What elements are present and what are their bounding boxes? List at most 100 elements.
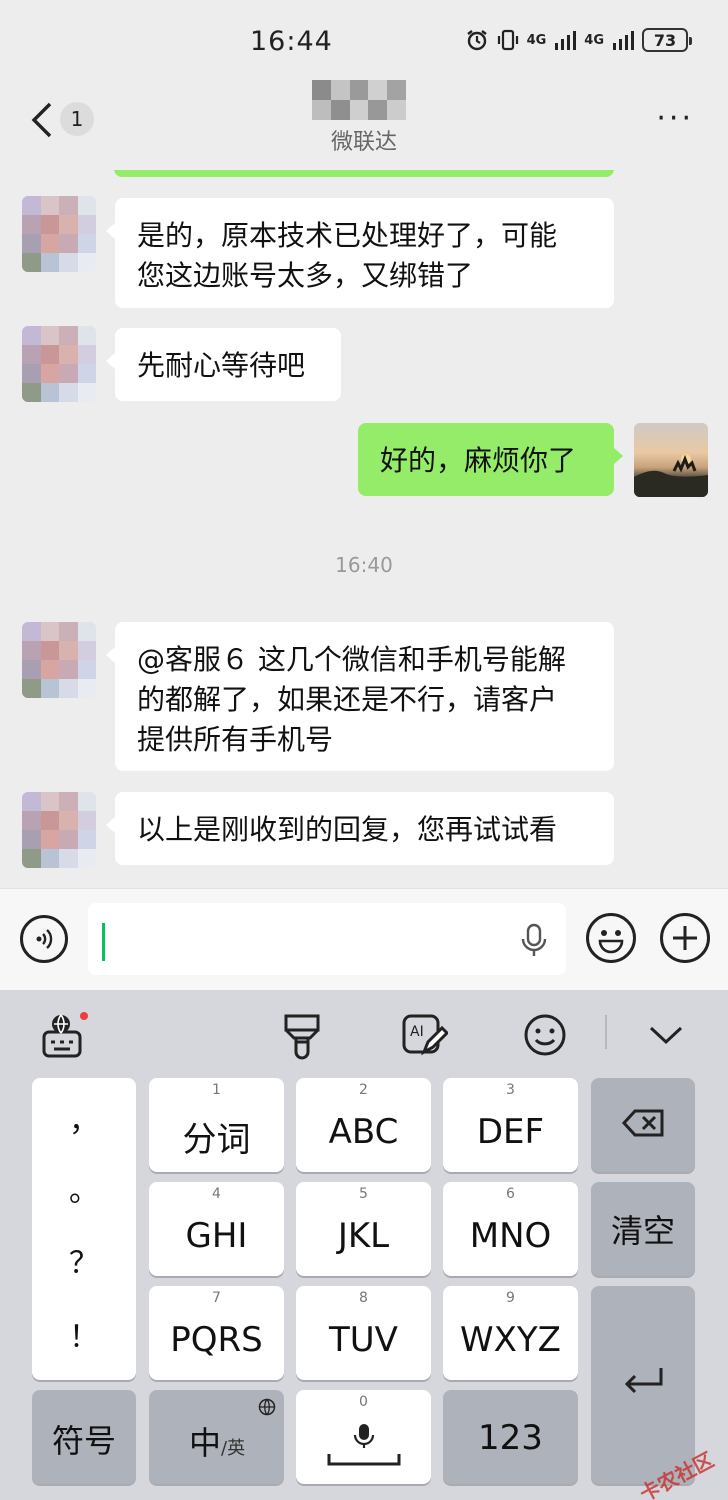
keyboard-emoji-button[interactable]	[522, 1012, 568, 1062]
key-label: PQRS	[170, 1320, 263, 1360]
ime-keyboard: AI ， 。 ？ ！ 1 分词 2 ABC 3 DEF 4 GHI 5 JKL …	[0, 990, 728, 1500]
contact-avatar[interactable]	[22, 622, 96, 698]
key-6[interactable]: 6 MNO	[443, 1182, 578, 1276]
message-text: 好的，麻烦你了	[380, 444, 577, 477]
symbol-key[interactable]: 符号	[32, 1390, 136, 1484]
backspace-icon	[621, 1109, 664, 1137]
key-number: 1	[212, 1082, 221, 1098]
message-text: 先耐心等待吧	[137, 349, 306, 382]
smiley-outline-icon	[524, 1014, 566, 1056]
key-9[interactable]: 9 WXYZ	[443, 1286, 578, 1380]
contact-avatar[interactable]	[22, 196, 96, 272]
signal-2-icon	[613, 31, 634, 50]
globe-keyboard-icon	[42, 1012, 88, 1058]
globe-icon	[258, 1398, 276, 1416]
message-text: 以上是刚收到的回复，您再试试看	[137, 813, 558, 846]
key-label: DEF	[476, 1112, 545, 1152]
vibrate-icon	[497, 29, 518, 51]
signal-2-label: 4G	[584, 32, 604, 48]
backspace-key[interactable]	[591, 1078, 695, 1172]
key-number: 2	[359, 1082, 368, 1098]
message-bubble-outgoing[interactable]: 好的，麻烦你了	[358, 423, 623, 496]
message-bubble-incoming[interactable]: 是的，原本技术已处理好了，可能 您这边账号太多，又绑错了	[106, 198, 614, 308]
punctuation-key[interactable]: ？	[32, 1238, 136, 1282]
keyboard-skin-button[interactable]	[282, 1012, 322, 1064]
ai-writing-button[interactable]: AI	[402, 1012, 450, 1062]
voice-wave-icon	[36, 929, 53, 949]
self-avatar[interactable]	[634, 423, 708, 497]
key-7[interactable]: 7 PQRS	[149, 1286, 284, 1380]
key-number: 7	[212, 1290, 221, 1306]
status-bar: 16:44 4G 4G 73	[0, 0, 728, 80]
emoji-button[interactable]	[586, 913, 636, 963]
input-bar	[0, 888, 728, 990]
microphone-icon[interactable]	[520, 923, 548, 959]
message-list[interactable]: 是的，原本技术已处理好了，可能 您这边账号太多，又绑错了 先耐心等待吧 好的，麻…	[0, 170, 728, 888]
message-bubble-incoming[interactable]: 以上是刚收到的回复，您再试试看	[106, 792, 614, 865]
alarm-icon	[466, 30, 487, 51]
message-text: @客服６ 这几个微信和手机号能解	[137, 643, 566, 676]
message-bubble-incoming[interactable]: 先耐心等待吧	[106, 328, 341, 401]
key-number: 9	[506, 1290, 515, 1306]
toolbar-divider	[605, 1015, 607, 1049]
clear-key[interactable]: 清空	[591, 1182, 695, 1276]
key-label: 分词	[182, 1120, 251, 1160]
voice-input-toggle[interactable]	[20, 915, 68, 963]
space-mic-icon	[327, 1424, 401, 1466]
signal-1-label: 4G	[526, 32, 547, 48]
wechat-chat-screen: 16:44 4G 4G 73 1 微联达 ··· 是的，原本技术已处理好了，可能…	[0, 0, 728, 1500]
contact-avatar[interactable]	[22, 792, 96, 868]
space-key[interactable]: 0	[296, 1390, 431, 1484]
chat-subtitle: 微联达	[330, 130, 397, 155]
key-number: 5	[359, 1186, 368, 1202]
message-text: 提供所有手机号	[137, 723, 334, 756]
key-8[interactable]: 8 TUV	[296, 1286, 431, 1380]
key-label: 清空	[610, 1212, 675, 1250]
key-2[interactable]: 2 ABC	[296, 1078, 431, 1172]
chevron-down-icon	[649, 1026, 683, 1045]
punctuation-key[interactable]: 。	[32, 1166, 136, 1210]
key-label: GHI	[185, 1216, 248, 1256]
key-number: 3	[506, 1082, 515, 1098]
message-text: 是的，原本技术已处理好了，可能	[137, 219, 558, 252]
key-label: 123	[478, 1418, 543, 1458]
punctuation-column[interactable]: ， 。 ？ ！	[32, 1078, 136, 1380]
more-functions-button[interactable]	[660, 913, 710, 963]
key-4[interactable]: 4 GHI	[149, 1182, 284, 1276]
text-cursor	[102, 923, 105, 961]
key-1[interactable]: 1 分词	[149, 1078, 284, 1172]
plus-icon	[673, 926, 697, 950]
chat-header: 1 微联达 ···	[0, 80, 728, 170]
key-number: 4	[212, 1186, 221, 1202]
key-5[interactable]: 5 JKL	[296, 1182, 431, 1276]
paint-brush-icon	[284, 1014, 320, 1060]
status-icons: 4G 4G 73	[465, 28, 692, 52]
message-bubble-incoming[interactable]: @客服６ 这几个微信和手机号能解 的都解了，如果还是不行，请客户 提供所有手机号	[106, 622, 614, 771]
language-switch-key[interactable]: 中 /英	[149, 1390, 284, 1484]
message-text: 您这边账号太多，又绑错了	[137, 259, 474, 292]
enter-key[interactable]	[591, 1286, 695, 1484]
battery-indicator: 73	[642, 28, 692, 52]
key-3[interactable]: 3 DEF	[443, 1078, 578, 1172]
key-label: TUV	[329, 1320, 398, 1360]
signal-1-icon	[555, 31, 577, 50]
key-number: 8	[359, 1290, 368, 1306]
chat-title-pixelated	[312, 80, 406, 120]
key-label: ABC	[328, 1112, 399, 1152]
punctuation-key[interactable]: ，	[32, 1096, 136, 1140]
lang-main-label: 中	[189, 1424, 222, 1462]
message-timestamp: 16:40	[335, 553, 393, 577]
hide-keyboard-button[interactable]	[648, 1024, 684, 1050]
more-options-icon[interactable]: ···	[656, 104, 694, 134]
numeric-key[interactable]: 123	[443, 1390, 578, 1484]
punctuation-key[interactable]: ！	[32, 1312, 136, 1356]
status-time: 16:44	[250, 26, 333, 57]
contact-avatar[interactable]	[22, 326, 96, 402]
keyboard-settings-button[interactable]	[40, 1012, 88, 1064]
message-text: 的都解了，如果还是不行，请客户	[137, 683, 558, 716]
message-input[interactable]	[88, 903, 566, 975]
key-label: WXYZ	[460, 1320, 561, 1360]
key-number: 0	[359, 1394, 368, 1410]
sunset-landscape-image	[634, 454, 708, 497]
key-label: JKL	[337, 1216, 390, 1256]
